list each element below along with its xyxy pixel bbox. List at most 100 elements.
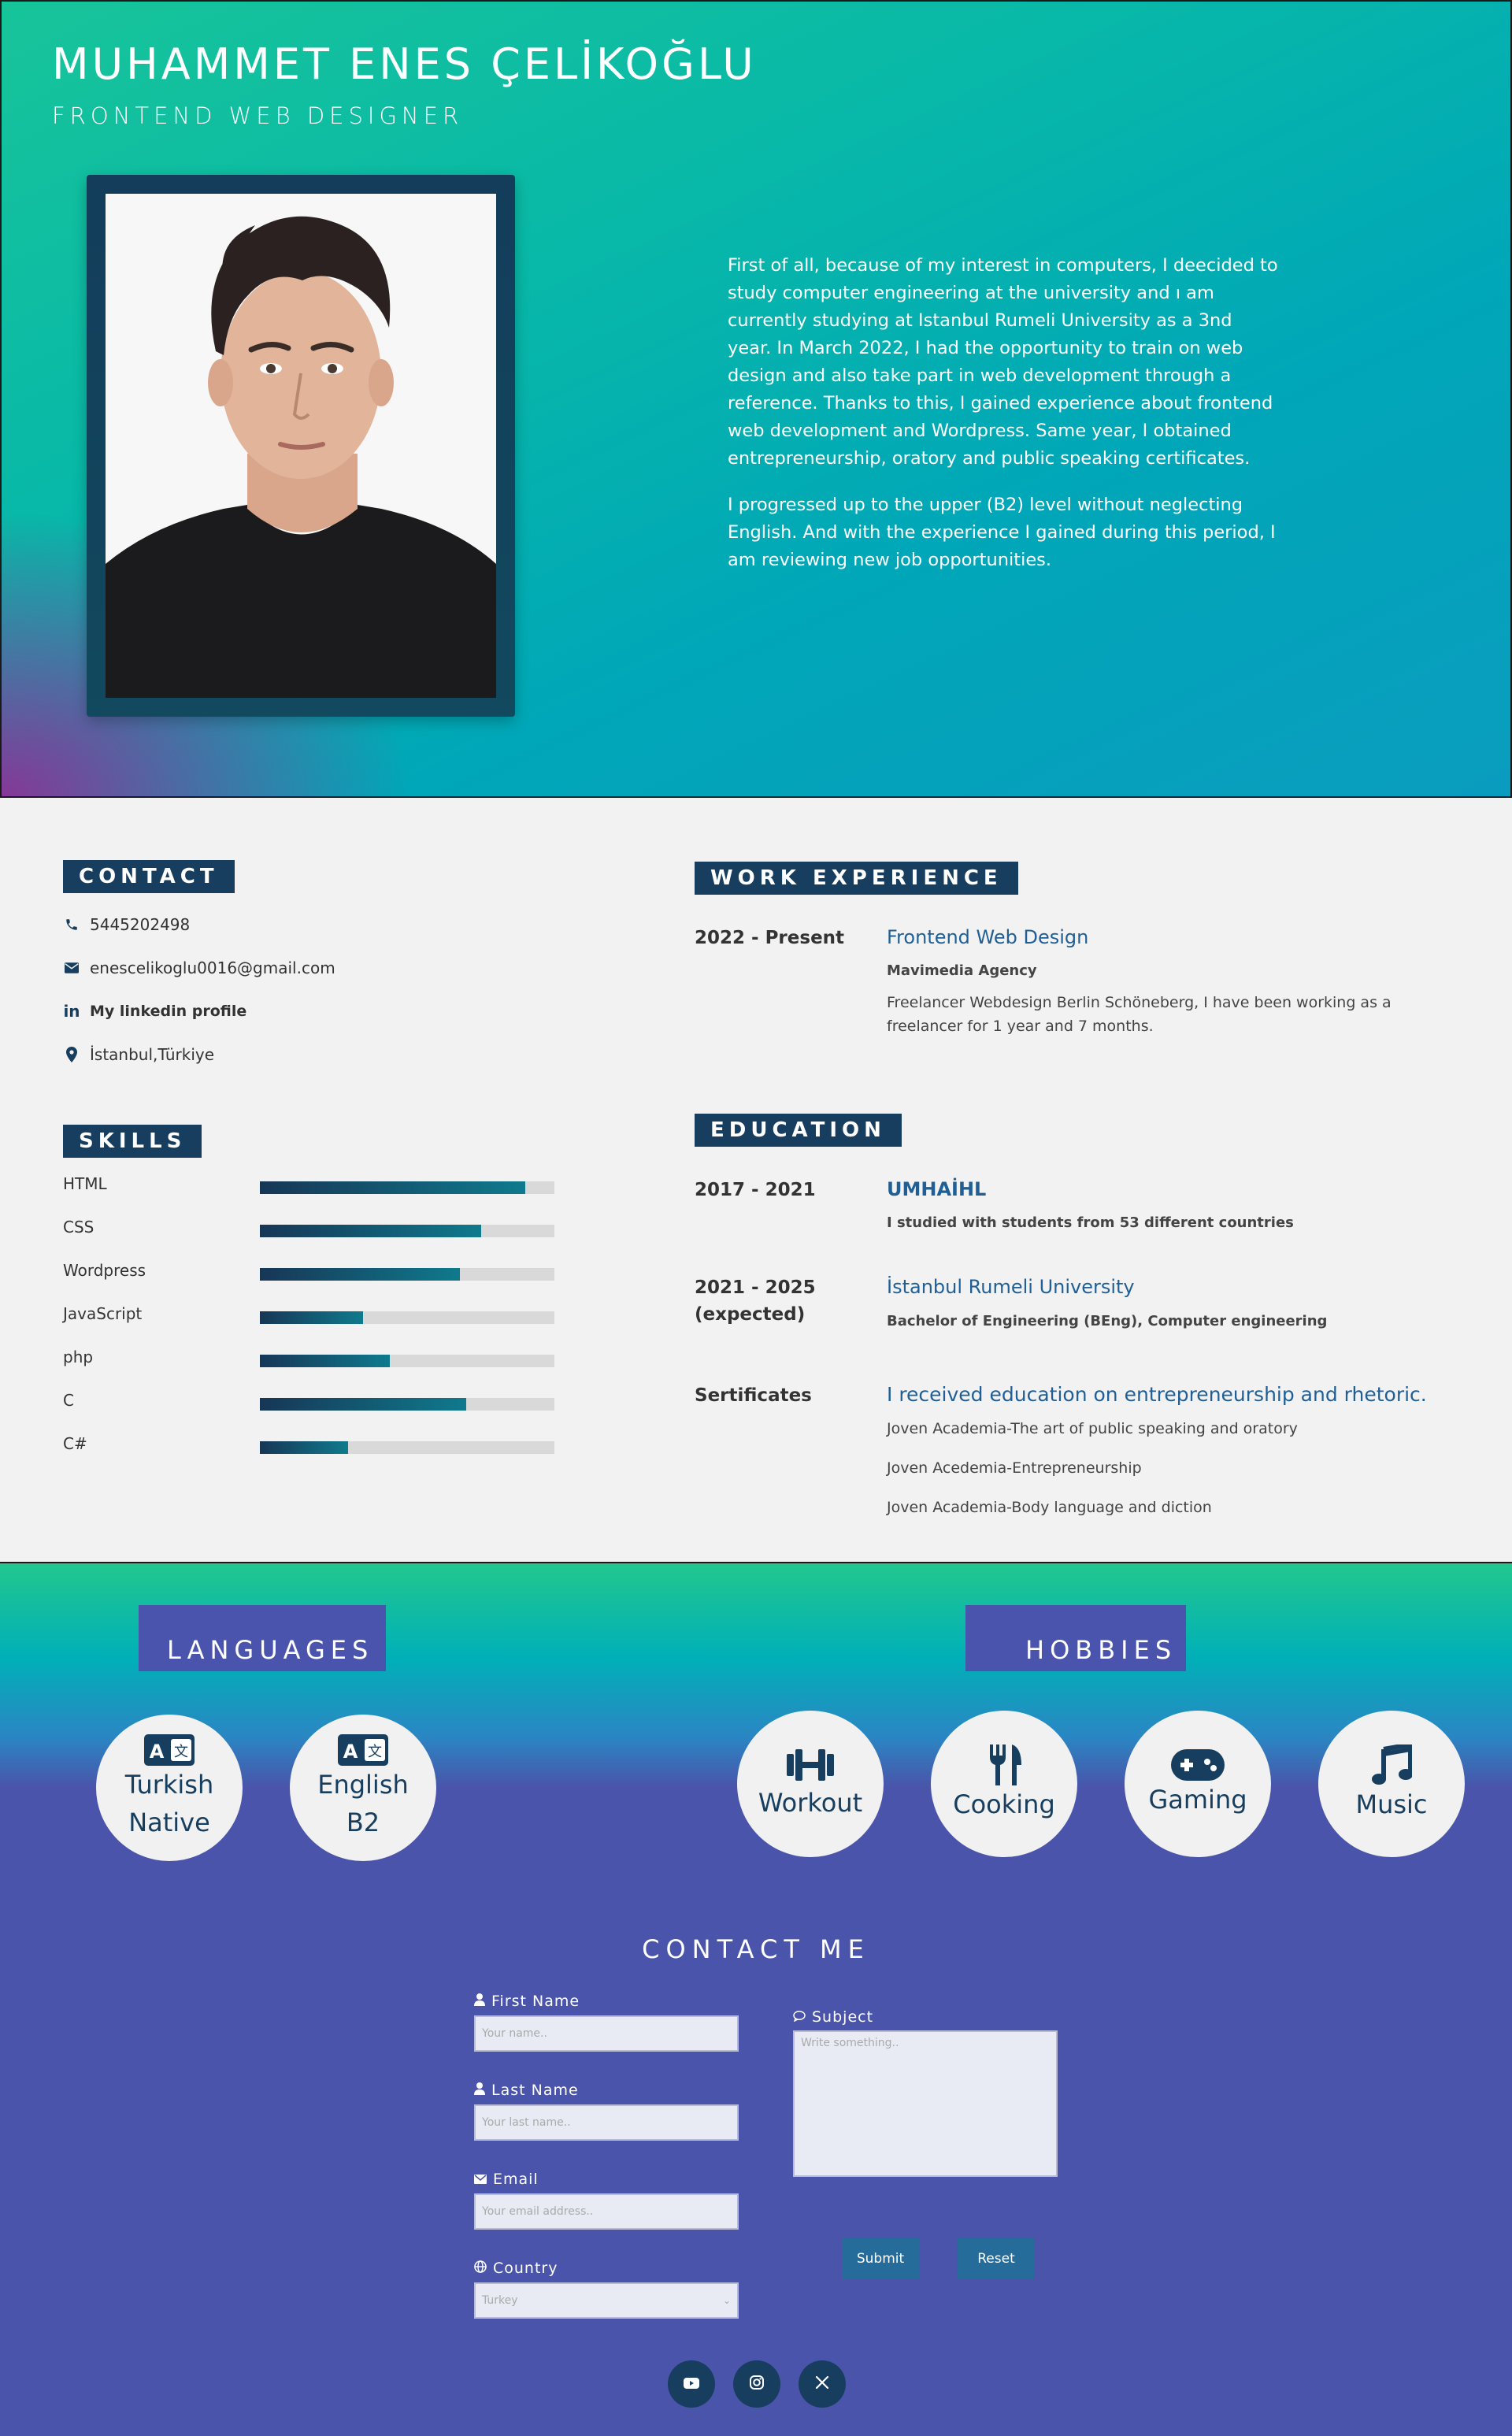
envelope-icon <box>63 962 80 973</box>
email-label: Email <box>474 2171 539 2188</box>
contact-heading: CONTACT <box>63 860 235 893</box>
hero-role: FRONTEND WEB DESIGNER <box>52 102 464 129</box>
education-period: 2017 - 2021 <box>695 1180 816 1200</box>
profile-photo <box>106 194 496 698</box>
language-english: A文 English B2 <box>290 1715 436 1861</box>
country-label-text: Country <box>493 2260 558 2277</box>
skill-bar <box>260 1225 554 1237</box>
skill-name: C <box>63 1391 74 1410</box>
language-name: Turkish <box>124 1770 214 1800</box>
skills-heading: SKILLS <box>63 1125 202 1158</box>
work-description: Freelancer Webdesign Berlin Schöneberg, … <box>887 994 1392 1035</box>
languages-heading: LANGUAGES <box>139 1605 386 1671</box>
contact-me-heading: CONTACT ME <box>642 1934 870 1964</box>
skill-bar <box>260 1181 554 1194</box>
country-label: Country <box>474 2260 558 2277</box>
email-label-text: Email <box>493 2171 539 2188</box>
instagram-link[interactable] <box>733 2360 780 2408</box>
gamepad-icon <box>1171 1749 1225 1781</box>
language-level: B2 <box>346 1808 380 1837</box>
globe-icon <box>474 2260 487 2277</box>
skill-bar-fill <box>260 1225 481 1237</box>
certificate-item: Joven Academia-The art of public speakin… <box>887 1420 1298 1437</box>
country-select-value: Turkey <box>482 2294 518 2307</box>
work-position: Frontend Web Design <box>887 926 1089 948</box>
skill-bar <box>260 1268 554 1281</box>
map-marker-icon <box>63 1047 80 1062</box>
certificate-item: Joven Academia-Body language and diction <box>887 1499 1212 1516</box>
skill-bar <box>260 1355 554 1367</box>
contact-linkedin[interactable]: in My linkedin profile <box>63 1002 246 1021</box>
hobbies-heading: HOBBIES <box>965 1605 1186 1671</box>
x-link[interactable] <box>799 2360 846 2408</box>
contact-email[interactable]: enescelikoglu0016@gmail.com <box>63 958 335 977</box>
bottom-section: LANGUAGES HOBBIES A文 Turkish Native A文 E… <box>0 1562 1512 2436</box>
translate-icon: A文 <box>144 1734 195 1766</box>
last-name-label-text: Last Name <box>491 2082 579 2099</box>
linkedin-link[interactable]: My linkedin profile <box>90 1003 246 1020</box>
reset-button[interactable]: Reset <box>958 2238 1035 2279</box>
education-heading: EDUCATION <box>695 1114 902 1147</box>
email-text[interactable]: enescelikoglu0016@gmail.com <box>90 958 335 977</box>
phone-icon <box>63 918 80 932</box>
language-level: Native <box>128 1808 210 1837</box>
hero-section: MUHAMMET ENES ÇELİKOĞLU FRONTEND WEB DES… <box>0 0 1512 798</box>
linkedin-icon: in <box>63 1002 80 1021</box>
skill-bar <box>260 1441 554 1454</box>
last-name-label: Last Name <box>474 2082 579 2099</box>
hobby-label: Workout <box>758 1788 863 1818</box>
contact-phone: 5445202498 <box>63 915 190 934</box>
education-detail: Bachelor of Engineering (BEng), Computer… <box>887 1313 1328 1329</box>
subject-label-text: Subject <box>812 2008 874 2026</box>
x-icon <box>815 2375 829 2393</box>
hobby-music: Music <box>1318 1711 1465 1857</box>
education-period: 2021 - 2025 (expected) <box>695 1277 816 1325</box>
comment-icon <box>793 2008 806 2026</box>
email-input[interactable] <box>474 2193 739 2230</box>
bio-paragraph: I progressed up to the upper (B2) level … <box>728 495 1276 570</box>
skill-bar <box>260 1311 554 1324</box>
hero-name: MUHAMMET ENES ÇELİKOĞLU <box>52 39 757 89</box>
skill-bar-fill <box>260 1355 390 1367</box>
hobby-label: Music <box>1355 1789 1428 1819</box>
country-select[interactable]: Turkey ⌄ <box>474 2282 739 2319</box>
first-name-input[interactable] <box>474 2015 739 2052</box>
location-text: İstanbul,Türkiye <box>90 1045 215 1064</box>
bio-paragraph: First of all, because of my interest in … <box>728 255 1278 469</box>
svg-text:文: 文 <box>174 1744 188 1760</box>
skill-bar-fill <box>260 1398 466 1411</box>
svg-text:A: A <box>150 1741 165 1763</box>
certificates-heading: I received education on entrepreneurship… <box>887 1383 1427 1406</box>
skill-name: C# <box>63 1434 87 1453</box>
work-company: Mavimedia Agency <box>887 962 1037 979</box>
skill-name: JavaScript <box>63 1304 143 1323</box>
instagram-icon <box>750 2375 764 2393</box>
subject-label: Subject <box>793 2008 873 2026</box>
svg-text:文: 文 <box>368 1744 382 1760</box>
submit-button[interactable]: Submit <box>842 2238 919 2279</box>
hobby-workout: Workout <box>737 1711 884 1857</box>
skill-bar-fill <box>260 1311 363 1324</box>
utensils-icon <box>985 1745 1023 1785</box>
profile-photo-frame <box>87 175 515 717</box>
skill-bar-fill <box>260 1268 461 1281</box>
music-note-icon <box>1371 1745 1412 1785</box>
subject-textarea[interactable] <box>793 2030 1058 2177</box>
skill-name: Wordpress <box>63 1261 146 1280</box>
language-turkish: A文 Turkish Native <box>96 1715 243 1861</box>
dumbbell-icon <box>785 1746 836 1784</box>
chevron-down-icon: ⌄ <box>722 2295 731 2306</box>
envelope-icon <box>474 2171 487 2188</box>
last-name-input[interactable] <box>474 2104 739 2141</box>
skill-bar-fill <box>260 1181 525 1194</box>
youtube-link[interactable] <box>668 2360 715 2408</box>
education-school: İstanbul Rumeli University <box>887 1276 1135 1298</box>
work-period: 2022 - Present <box>695 928 845 948</box>
phone-text: 5445202498 <box>90 915 191 934</box>
skill-name: CSS <box>63 1218 94 1237</box>
skill-name: php <box>63 1348 94 1366</box>
certificate-item: Joven Acedemia-Entrepreneurship <box>887 1459 1142 1477</box>
language-name: English <box>317 1770 409 1800</box>
hobby-label: Gaming <box>1148 1785 1247 1815</box>
contact-location: İstanbul,Türkiye <box>63 1045 214 1064</box>
